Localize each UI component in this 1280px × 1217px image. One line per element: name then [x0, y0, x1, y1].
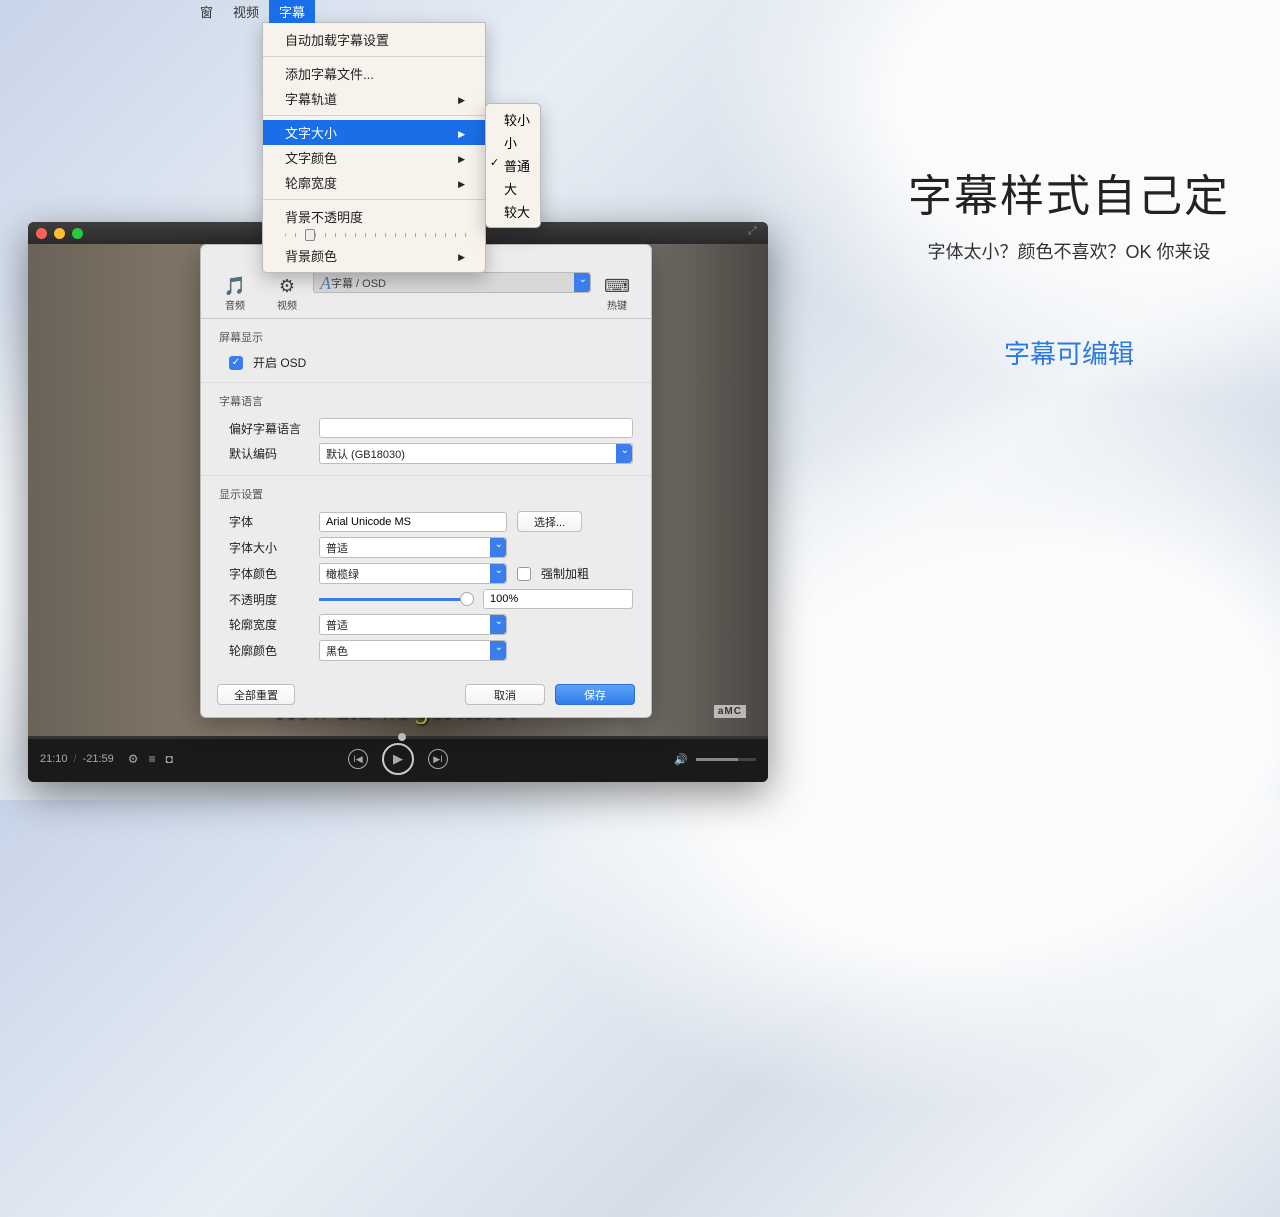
- menu-bg-color[interactable]: 背景颜色: [263, 243, 485, 268]
- gear-icon[interactable]: ⚙: [128, 752, 139, 766]
- menu-text-size[interactable]: 文字大小: [263, 120, 485, 145]
- menu-outline-width[interactable]: 轮廓宽度: [263, 170, 485, 195]
- menu-bg-opacity-label: 背景不透明度: [263, 204, 485, 229]
- font-color-label: 字体颜色: [229, 565, 309, 582]
- progress-thumb[interactable]: [398, 733, 406, 741]
- outline-color-label: 轮廓颜色: [229, 642, 309, 659]
- font-input[interactable]: [319, 512, 507, 532]
- outline-width-label: 轮廓宽度: [229, 616, 309, 633]
- menubar-item-subtitle[interactable]: 字幕: [269, 0, 315, 23]
- opacity-value[interactable]: [483, 589, 633, 609]
- opacity-slider[interactable]: [319, 598, 467, 601]
- next-button[interactable]: ▶I: [428, 749, 448, 769]
- preferences-sheet: 参数设置 🎵音频 ⚙视频 A字幕 / OSD ⌨热键 屏幕显示 ✓ 开启 OSD…: [200, 244, 652, 718]
- reset-button[interactable]: 全部重置: [217, 684, 295, 705]
- promo-link[interactable]: 字幕可编辑: [908, 334, 1230, 371]
- encoding-label: 默认编码: [229, 445, 309, 462]
- tab-video[interactable]: ⚙视频: [261, 272, 313, 314]
- audio-icon: 🎵: [209, 275, 261, 297]
- chevron-right-icon: [458, 91, 465, 106]
- size-option-s[interactable]: 小: [486, 131, 540, 154]
- chevron-right-icon: [458, 150, 465, 165]
- menubar-item-video[interactable]: 视频: [223, 0, 269, 23]
- encoding-select[interactable]: 默认 (GB18030): [319, 443, 633, 464]
- font-icon: A: [320, 272, 331, 294]
- section-lang: 字幕语言: [201, 383, 651, 413]
- promo-sub: 字体太小？颜色不喜欢？OK 你来设: [908, 238, 1230, 264]
- section-screen: 屏幕显示: [201, 319, 651, 349]
- font-size-label: 字体大小: [229, 539, 309, 556]
- cancel-button[interactable]: 取消: [465, 684, 545, 705]
- promo-block: 字幕样式自己定 字体太小？颜色不喜欢？OK 你来设 字幕可编辑: [908, 160, 1230, 371]
- force-bold-checkbox[interactable]: [517, 567, 531, 581]
- outline-color-select[interactable]: 黑色: [319, 640, 507, 661]
- font-color-select[interactable]: 橄榄绿: [319, 563, 507, 584]
- force-bold-label: 强制加粗: [541, 565, 589, 582]
- section-display: 显示设置: [201, 476, 651, 506]
- menu-track[interactable]: 字幕轨道: [263, 86, 485, 111]
- progress-bar[interactable]: [28, 736, 768, 739]
- chevron-right-icon: [458, 248, 465, 263]
- outline-width-select[interactable]: 普适: [319, 614, 507, 635]
- menu-bg-opacity-slider[interactable]: [263, 229, 485, 243]
- pref-lang-label: 偏好字幕语言: [229, 420, 309, 437]
- subtitle-menu: 自动加载字幕设置 添加字幕文件... 字幕轨道 文字大小 文字颜色 轮廓宽度 背…: [262, 22, 486, 273]
- volume-slider[interactable]: [696, 758, 756, 761]
- chevron-right-icon: [458, 125, 465, 140]
- size-option-m[interactable]: 普通: [486, 154, 540, 177]
- size-option-xs[interactable]: 较小: [486, 108, 540, 131]
- font-label: 字体: [229, 513, 309, 530]
- menu-auto-load[interactable]: 自动加载字幕设置: [263, 27, 485, 52]
- channel-watermark: aMC: [714, 705, 746, 718]
- opacity-label: 不透明度: [229, 591, 309, 608]
- menu-text-color[interactable]: 文字颜色: [263, 145, 485, 170]
- tab-audio[interactable]: 🎵音频: [209, 272, 261, 314]
- font-size-select[interactable]: 普适: [319, 537, 507, 558]
- volume-icon[interactable]: 🔊: [674, 753, 688, 766]
- tab-subtitle-osd[interactable]: A字幕 / OSD: [313, 272, 591, 293]
- time-elapsed: 21:10: [40, 753, 68, 765]
- keyboard-icon: ⌨: [591, 275, 643, 297]
- time-remaining: -21:59: [83, 753, 114, 765]
- video-icon: ⚙: [261, 275, 313, 297]
- prev-button[interactable]: I◀: [348, 749, 368, 769]
- size-option-l[interactable]: 大: [486, 177, 540, 200]
- menubar-prefix[interactable]: 窗: [200, 0, 223, 23]
- expand-icon[interactable]: ⤢: [748, 225, 762, 239]
- menubar: 窗 视频 字幕: [200, 0, 315, 22]
- enable-osd-label: 开启 OSD: [253, 354, 306, 371]
- snapshot-icon[interactable]: ◘: [166, 752, 173, 766]
- text-size-submenu: 较小 小 普通 大 较大: [485, 103, 541, 228]
- size-option-xl[interactable]: 较大: [486, 200, 540, 223]
- list-icon[interactable]: ≡: [149, 752, 156, 766]
- enable-osd-checkbox[interactable]: ✓: [229, 356, 243, 370]
- prefs-toolbar: 🎵音频 ⚙视频 A字幕 / OSD ⌨热键: [201, 270, 651, 319]
- choose-font-button[interactable]: 选择...: [517, 511, 582, 532]
- play-button[interactable]: ▶: [382, 743, 414, 775]
- promo-heading: 字幕样式自己定: [908, 160, 1230, 224]
- pref-lang-input[interactable]: [319, 418, 633, 438]
- menu-add-file[interactable]: 添加字幕文件...: [263, 61, 485, 86]
- chevron-right-icon: [458, 175, 465, 190]
- tab-hotkey[interactable]: ⌨热键: [591, 272, 643, 314]
- save-button[interactable]: 保存: [555, 684, 635, 705]
- player-controls: 21:10 / -21:59 ⚙ ≡ ◘ I◀ ▶ ▶I 🔊: [28, 736, 768, 782]
